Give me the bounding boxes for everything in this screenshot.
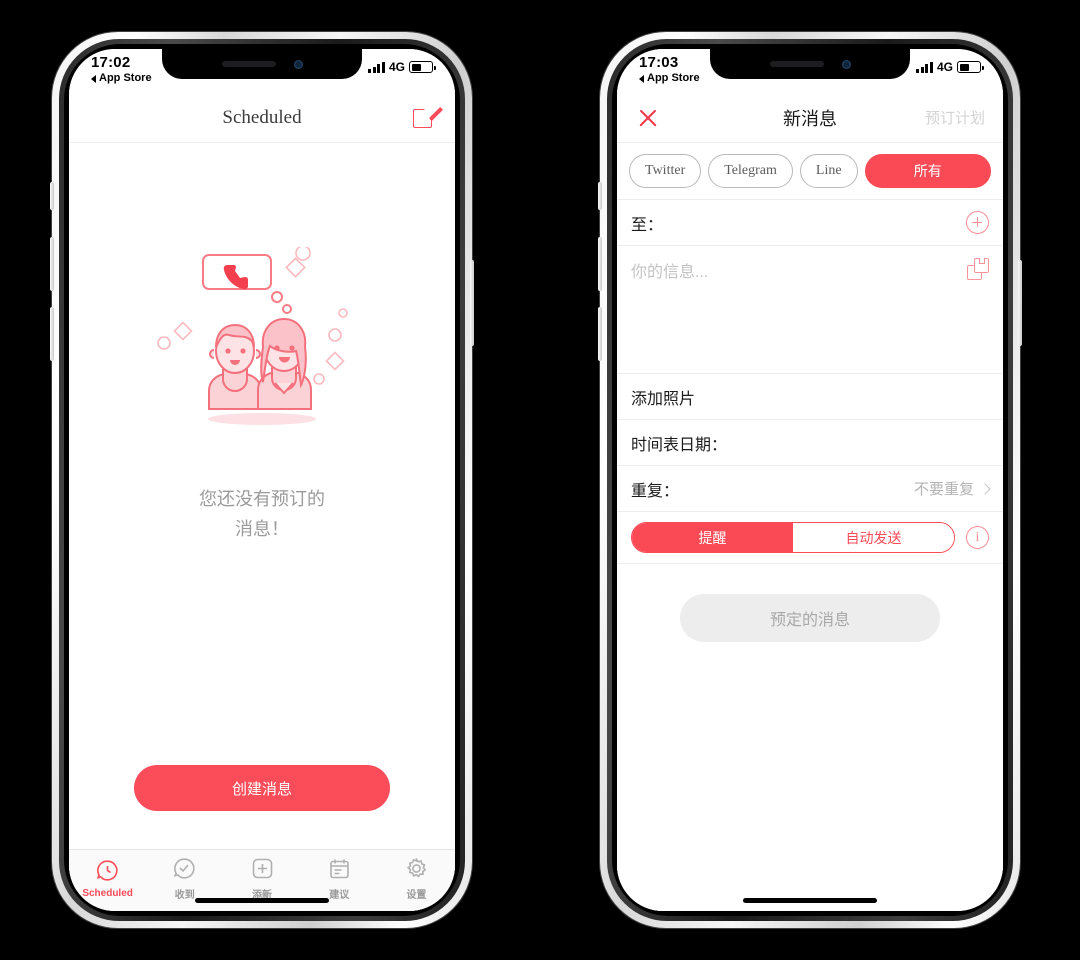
schedule-message-button[interactable]: 预定的消息	[680, 594, 940, 642]
repeat-label: 重复：	[631, 482, 680, 500]
segment-reminder[interactable]: 提醒	[632, 523, 793, 552]
home-indicator[interactable]	[743, 898, 877, 903]
power-button[interactable]	[470, 260, 474, 346]
tab-settings[interactable]: 设置	[378, 850, 455, 907]
battery-icon	[409, 61, 436, 73]
status-back-label: App Store	[99, 72, 152, 84]
status-back-label: App Store	[647, 72, 700, 84]
submit-container: 预定的消息	[617, 564, 1003, 672]
empty-state-illustration	[157, 245, 367, 447]
status-bar-left: 17:02 App Store	[91, 55, 152, 84]
cta-container: 创建消息	[69, 765, 455, 811]
chevron-right-icon	[979, 482, 991, 495]
app-root-left: Scheduled 您还没有预订的 消息！ 创建消息 Scheduled 收到 …	[69, 93, 455, 911]
empty-state-content: 您还没有预订的 消息！ 创建消息	[69, 143, 455, 849]
chip-line[interactable]: Line	[799, 154, 858, 188]
gear-icon	[404, 856, 429, 881]
message-input[interactable]: 你的信息...	[631, 258, 967, 282]
status-time: 17:03	[639, 54, 679, 71]
schedule-date-row[interactable]: 时间表日期：	[617, 420, 1003, 466]
close-button[interactable]	[635, 105, 661, 131]
schedule-date-label: 时间表日期：	[631, 436, 728, 454]
close-icon	[635, 105, 661, 131]
status-back-to-app[interactable]: App Store	[91, 73, 152, 84]
repeat-row[interactable]: 重复： 不要重复	[617, 466, 1003, 512]
recipient-row[interactable]: 至：	[617, 200, 1003, 246]
schedule-plan-button[interactable]: 预订计划	[925, 107, 985, 128]
tab-label: 设置	[406, 890, 427, 901]
volume-down-button[interactable]	[598, 307, 602, 361]
status-back-to-app[interactable]: App Store	[639, 73, 700, 84]
notch	[162, 49, 362, 79]
form-filler	[617, 672, 1003, 911]
notch	[710, 49, 910, 79]
chip-twitter[interactable]: Twitter	[629, 154, 702, 188]
info-icon[interactable]: i	[966, 526, 989, 549]
add-photo-row[interactable]: 添加照片	[617, 374, 1003, 420]
app-root-right: 新消息 预订计划 Twitter Telegram Line 所有 至： 你的信…	[617, 93, 1003, 911]
add-photo-label: 添加照片	[631, 390, 696, 408]
phone-device-right: 17:03 App Store 4G 新消息 预订计划 Twitter Tele…	[598, 32, 1022, 928]
chip-telegram[interactable]: Telegram	[708, 154, 793, 188]
back-arrow-icon	[639, 74, 644, 83]
tab-label: Scheduled	[82, 888, 133, 899]
front-camera	[841, 59, 851, 69]
page-title: Scheduled	[222, 106, 302, 128]
check-bubble-icon	[172, 856, 197, 881]
delivery-mode-row: 提醒 自动发送 i	[617, 512, 1003, 564]
plus-square-icon	[250, 856, 275, 881]
home-indicator[interactable]	[195, 898, 329, 903]
network-label: 4G	[388, 60, 405, 74]
navigation-bar: Scheduled	[69, 93, 455, 143]
status-bar-right: 4G	[916, 60, 984, 74]
phone-screen-left: 17:02 App Store 4G Scheduled 您还没有预订的 消息！…	[69, 49, 455, 911]
network-label: 4G	[936, 60, 953, 74]
create-message-button[interactable]: 创建消息	[134, 765, 390, 811]
tab-scheduled[interactable]: Scheduled	[69, 850, 146, 907]
save-template-icon[interactable]	[967, 258, 989, 280]
compose-icon	[413, 101, 444, 130]
silence-switch[interactable]	[50, 182, 54, 210]
plus-circle-icon[interactable]	[966, 211, 989, 234]
tab-label: 建议	[329, 890, 350, 901]
phone-device-left: 17:02 App Store 4G Scheduled 您还没有预订的 消息！…	[50, 32, 474, 928]
signal-bars-icon	[368, 61, 385, 73]
empty-state-line1: 您还没有预订的	[199, 489, 325, 509]
repeat-value-wrap: 不要重复	[913, 478, 991, 499]
platform-chip-group: Twitter Telegram Line 所有	[617, 143, 1003, 200]
repeat-value: 不要重复	[913, 481, 974, 498]
calendar-icon	[327, 856, 352, 881]
volume-up-button[interactable]	[50, 237, 54, 291]
signal-bars-icon	[916, 61, 933, 73]
message-input-area[interactable]: 你的信息...	[617, 246, 1003, 374]
status-bar-right: 4G	[368, 60, 436, 74]
compose-button[interactable]	[413, 101, 444, 130]
status-bar-left: 17:03 App Store	[639, 55, 700, 84]
volume-up-button[interactable]	[598, 237, 602, 291]
back-arrow-icon	[91, 74, 96, 83]
recipient-label: 至：	[631, 216, 664, 234]
clock-bubble-icon	[95, 858, 120, 883]
front-camera	[293, 59, 303, 69]
volume-down-button[interactable]	[50, 307, 54, 361]
chip-all[interactable]: 所有	[864, 154, 991, 188]
delivery-mode-segmented-control[interactable]: 提醒 自动发送	[631, 522, 955, 553]
navigation-bar: 新消息 预订计划	[617, 93, 1003, 143]
battery-icon	[957, 61, 984, 73]
power-button[interactable]	[1018, 260, 1022, 346]
earpiece-speaker	[221, 61, 276, 67]
phone-screen-right: 17:03 App Store 4G 新消息 预订计划 Twitter Tele…	[617, 49, 1003, 911]
screenshot-stage: 17:02 App Store 4G Scheduled 您还没有预订的 消息！…	[0, 0, 1080, 960]
silence-switch[interactable]	[598, 182, 602, 210]
segment-auto-send[interactable]: 自动发送	[793, 523, 954, 552]
tab-label: 收到	[174, 890, 195, 901]
empty-state-text: 您还没有预订的 消息！	[199, 485, 325, 544]
empty-state-line2: 消息！	[235, 518, 289, 539]
status-time: 17:02	[91, 54, 131, 71]
earpiece-speaker	[769, 61, 824, 67]
